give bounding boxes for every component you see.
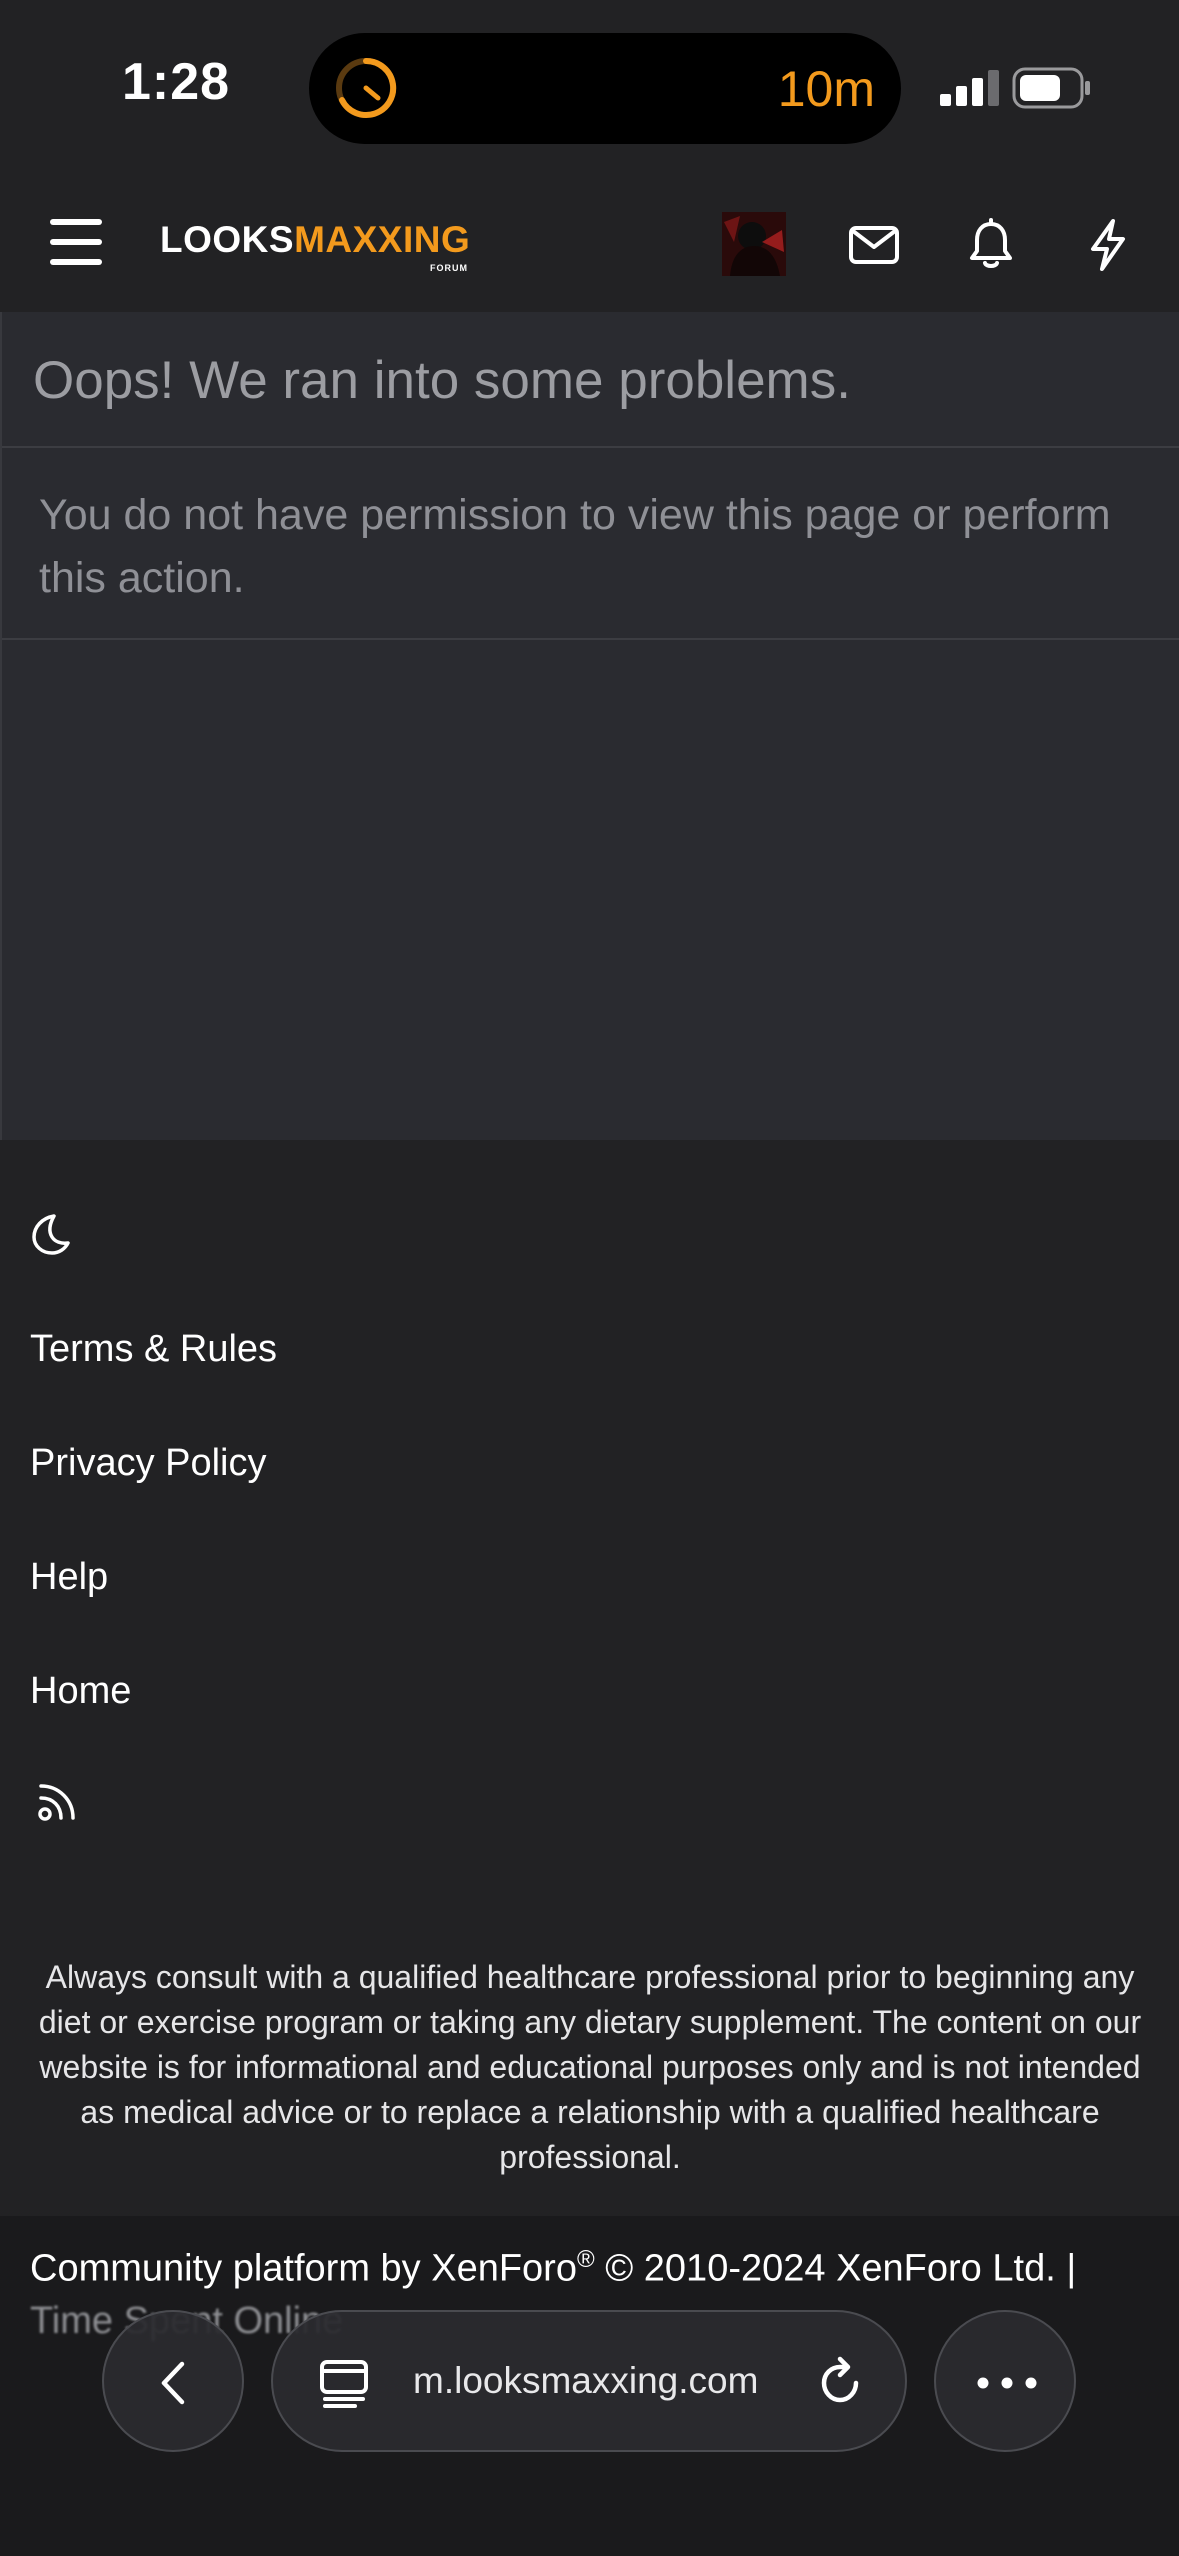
- status-time: 1:28: [122, 53, 231, 111]
- timer-icon: [336, 57, 397, 118]
- footer-link-privacy[interactable]: Privacy Policy: [30, 1442, 267, 1485]
- moon-icon[interactable]: [28, 1212, 72, 1256]
- rss-icon[interactable]: [37, 1780, 79, 1822]
- mail-icon[interactable]: [844, 215, 904, 275]
- footer: Terms & Rules Privacy Policy Help Home A…: [0, 1140, 1179, 2216]
- status-bar: 1:28 10m: [0, 0, 1179, 175]
- error-block: Oops! We ran into some problems. You do …: [0, 312, 1179, 1140]
- battery-icon: [1012, 67, 1090, 109]
- url-text[interactable]: m.looksmaxxing.com: [413, 2360, 758, 2402]
- copyright-prefix: Community platform by XenForo: [30, 2247, 577, 2290]
- site-logo[interactable]: LOOKSMAXXING FORUM: [160, 219, 470, 283]
- back-button[interactable]: [102, 2310, 244, 2452]
- medical-disclaimer: Always consult with a qualified healthca…: [38, 1959, 1142, 2175]
- dynamic-island[interactable]: 10m: [309, 33, 901, 144]
- logo-text-looks: LOOKS: [160, 219, 295, 260]
- reload-icon[interactable]: [813, 2356, 867, 2410]
- logo-subtext: FORUM: [430, 263, 468, 273]
- bolt-icon[interactable]: [1078, 215, 1138, 275]
- logo-text-maxxing: MAXXING: [294, 219, 471, 260]
- avatar[interactable]: [722, 212, 786, 276]
- error-title: Oops! We ran into some problems.: [2, 312, 1179, 448]
- forum-header: LOOKSMAXXING FORUM: [0, 175, 1179, 312]
- chevron-left-icon: [161, 2361, 185, 2405]
- address-bar[interactable]: m.looksmaxxing.com: [271, 2310, 907, 2452]
- footer-link-help[interactable]: Help: [30, 1556, 108, 1599]
- copyright-text[interactable]: Community platform by XenForo® © 2010-20…: [30, 2246, 1076, 2291]
- bell-icon[interactable]: [961, 215, 1021, 275]
- footer-link-terms[interactable]: Terms & Rules: [30, 1328, 277, 1371]
- avatar-image: [722, 212, 786, 276]
- footer-link-home[interactable]: Home: [30, 1670, 131, 1713]
- menu-icon[interactable]: [44, 215, 106, 269]
- more-button[interactable]: [934, 2310, 1076, 2452]
- registered-mark: ®: [576, 2246, 595, 2273]
- ellipsis-icon: [977, 2377, 1037, 2389]
- island-timer-text: 10m: [777, 61, 875, 117]
- copyright-suffix: © 2010-2024 XenForo Ltd. |: [594, 2247, 1077, 2290]
- cellular-signal-icon: [940, 70, 999, 106]
- error-message: You do not have permission to view this …: [2, 448, 1179, 640]
- tabs-icon[interactable]: [317, 2356, 371, 2410]
